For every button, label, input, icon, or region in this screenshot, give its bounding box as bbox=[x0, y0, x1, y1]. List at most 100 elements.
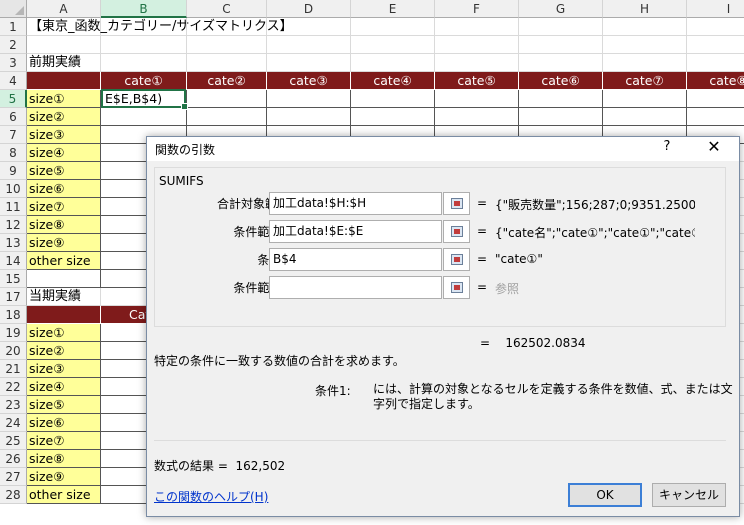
cell-A11[interactable]: size⑦ bbox=[27, 198, 101, 216]
cell-C2[interactable] bbox=[187, 36, 267, 54]
cell-A21[interactable]: size③ bbox=[27, 360, 101, 378]
dialog-titlebar[interactable]: 関数の引数 ? ✕ bbox=[147, 137, 739, 161]
cell-E6[interactable] bbox=[351, 108, 435, 126]
row-header-24[interactable]: 24 bbox=[0, 414, 27, 432]
cell-H5[interactable] bbox=[603, 90, 687, 108]
row-header-14[interactable]: 14 bbox=[0, 252, 27, 270]
cell-A20[interactable]: size② bbox=[27, 342, 101, 360]
row-header-15[interactable]: 15 bbox=[0, 270, 27, 288]
row-header-5[interactable]: 5 bbox=[0, 90, 27, 108]
cell-A18[interactable] bbox=[27, 306, 101, 324]
row-header-6[interactable]: 6 bbox=[0, 108, 27, 126]
cell-G1[interactable] bbox=[519, 18, 603, 36]
cell-A7[interactable]: size③ bbox=[27, 126, 101, 144]
cell-I6[interactable] bbox=[687, 108, 744, 126]
cell-F6[interactable] bbox=[435, 108, 519, 126]
active-cell-editor[interactable]: E$E,B$4) bbox=[101, 89, 188, 110]
row-header-25[interactable]: 25 bbox=[0, 432, 27, 450]
row-header-23[interactable]: 23 bbox=[0, 396, 27, 414]
row-header-10[interactable]: 10 bbox=[0, 180, 27, 198]
column-header-F[interactable]: F bbox=[435, 0, 519, 18]
ok-button[interactable]: OK bbox=[568, 483, 642, 507]
cell-I2[interactable] bbox=[687, 36, 744, 54]
cell-I4[interactable]: cate⑧ bbox=[687, 72, 744, 90]
cell-F4[interactable]: cate⑤ bbox=[435, 72, 519, 90]
row-header-1[interactable]: 1 bbox=[0, 18, 27, 36]
cell-E5[interactable] bbox=[351, 90, 435, 108]
row-header-13[interactable]: 13 bbox=[0, 234, 27, 252]
cell-A28[interactable]: other size bbox=[27, 486, 101, 504]
cell-C1[interactable] bbox=[187, 18, 267, 36]
cell-C6[interactable] bbox=[187, 108, 267, 126]
cell-A25[interactable]: size⑦ bbox=[27, 432, 101, 450]
criteria-range2-input[interactable] bbox=[269, 276, 442, 299]
criteria-range1-collapse-button[interactable] bbox=[443, 220, 470, 243]
cell-A13[interactable]: size⑨ bbox=[27, 234, 101, 252]
sum-range-collapse-button[interactable] bbox=[443, 192, 470, 215]
column-header-C[interactable]: C bbox=[187, 0, 267, 18]
cell-A3[interactable]: 前期実績 bbox=[27, 54, 101, 72]
column-header-I[interactable]: I bbox=[687, 0, 744, 18]
cell-B2[interactable] bbox=[101, 36, 187, 54]
column-header-G[interactable]: G bbox=[519, 0, 603, 18]
row-header-26[interactable]: 26 bbox=[0, 450, 27, 468]
help-icon[interactable]: ? bbox=[657, 139, 677, 154]
cell-D2[interactable] bbox=[267, 36, 351, 54]
criteria-range1-input[interactable]: 加工data!$E:$E bbox=[269, 220, 442, 243]
column-header-H[interactable]: H bbox=[603, 0, 687, 18]
cell-D4[interactable]: cate③ bbox=[267, 72, 351, 90]
cell-A5[interactable]: size① bbox=[27, 90, 101, 108]
row-header-27[interactable]: 27 bbox=[0, 468, 27, 486]
cell-C5[interactable] bbox=[187, 90, 267, 108]
row-header-8[interactable]: 8 bbox=[0, 144, 27, 162]
row-header-18[interactable]: 18 bbox=[0, 306, 27, 324]
cell-I5[interactable] bbox=[687, 90, 744, 108]
cell-I1[interactable] bbox=[687, 18, 744, 36]
column-header-A[interactable]: A bbox=[27, 0, 101, 18]
cell-E1[interactable] bbox=[351, 18, 435, 36]
cell-A15[interactable] bbox=[27, 270, 101, 288]
cell-F5[interactable] bbox=[435, 90, 519, 108]
cell-G2[interactable] bbox=[519, 36, 603, 54]
select-all-corner[interactable] bbox=[0, 0, 27, 18]
cell-B1[interactable] bbox=[101, 18, 187, 36]
cell-I3[interactable] bbox=[687, 54, 744, 72]
row-header-11[interactable]: 11 bbox=[0, 198, 27, 216]
cell-D1[interactable] bbox=[267, 18, 351, 36]
cell-A9[interactable]: size⑤ bbox=[27, 162, 101, 180]
row-header-3[interactable]: 3 bbox=[0, 54, 27, 72]
cell-D6[interactable] bbox=[267, 108, 351, 126]
cell-E2[interactable] bbox=[351, 36, 435, 54]
cell-F1[interactable] bbox=[435, 18, 519, 36]
sum-range-input[interactable]: 加工data!$H:$H bbox=[269, 192, 442, 215]
close-icon[interactable]: ✕ bbox=[701, 137, 727, 156]
cell-H4[interactable]: cate⑦ bbox=[603, 72, 687, 90]
row-header-7[interactable]: 7 bbox=[0, 126, 27, 144]
row-header-17[interactable]: 17 bbox=[0, 288, 27, 306]
criteria-range2-collapse-button[interactable] bbox=[443, 276, 470, 299]
cell-C3[interactable] bbox=[187, 54, 267, 72]
cell-A8[interactable]: size④ bbox=[27, 144, 101, 162]
cell-A26[interactable]: size⑧ bbox=[27, 450, 101, 468]
cell-B6[interactable] bbox=[101, 108, 187, 126]
cell-E4[interactable]: cate④ bbox=[351, 72, 435, 90]
row-header-28[interactable]: 28 bbox=[0, 486, 27, 504]
cell-D5[interactable] bbox=[267, 90, 351, 108]
cell-A12[interactable]: size⑧ bbox=[27, 216, 101, 234]
criteria1-input[interactable]: B$4 bbox=[269, 248, 442, 271]
row-header-20[interactable]: 20 bbox=[0, 342, 27, 360]
cell-A24[interactable]: size⑥ bbox=[27, 414, 101, 432]
cell-A6[interactable]: size② bbox=[27, 108, 101, 126]
row-header-9[interactable]: 9 bbox=[0, 162, 27, 180]
cell-A4[interactable] bbox=[27, 72, 101, 90]
cell-B3[interactable] bbox=[101, 54, 187, 72]
cell-H3[interactable] bbox=[603, 54, 687, 72]
cell-C4[interactable]: cate② bbox=[187, 72, 267, 90]
cell-E3[interactable] bbox=[351, 54, 435, 72]
column-header-D[interactable]: D bbox=[267, 0, 351, 18]
function-help-link[interactable]: この関数のヘルプ(H) bbox=[154, 488, 268, 505]
row-header-4[interactable]: 4 bbox=[0, 72, 27, 90]
cell-H1[interactable] bbox=[603, 18, 687, 36]
cell-A14[interactable]: other size bbox=[27, 252, 101, 270]
cell-D3[interactable] bbox=[267, 54, 351, 72]
